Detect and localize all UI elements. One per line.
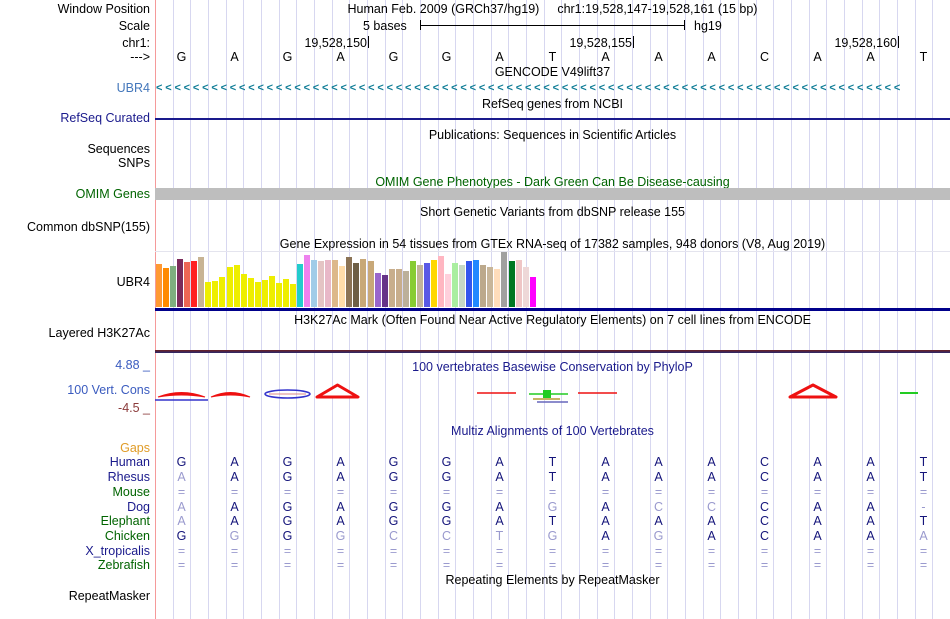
conservation-feature — [157, 392, 206, 398]
conservation-feature — [543, 390, 551, 398]
conservation-feature — [210, 392, 251, 398]
conservation-feature — [315, 383, 360, 399]
genome-browser-image: Window Position Human Feb. 2009 (GRCh37/… — [0, 0, 950, 619]
phylop-conservation-wiggle[interactable] — [0, 0, 950, 619]
conservation-feature — [788, 383, 838, 399]
